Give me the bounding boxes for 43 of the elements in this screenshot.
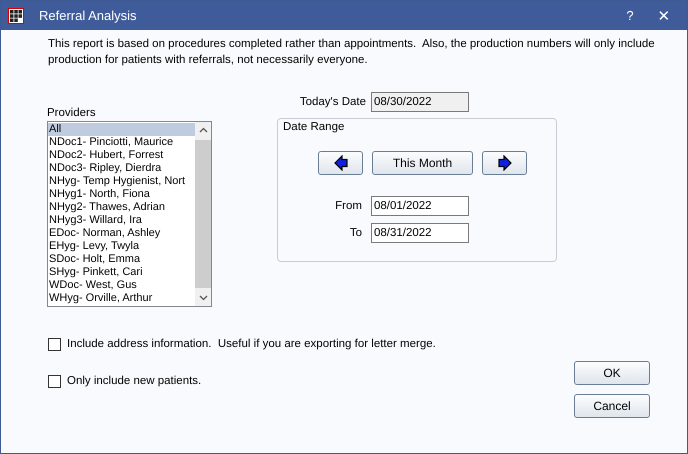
help-button[interactable]: ? — [613, 8, 647, 23]
list-item[interactable]: WHyg- Orville, Arthur — [48, 292, 195, 305]
previous-button[interactable] — [318, 151, 363, 175]
description-text: This report is based on procedures completed rather than appointments. Also, the production numbers will only include production for patients with referrals, not necessarily everyone. — [48, 37, 656, 68]
left-arrow-icon — [334, 155, 348, 171]
checkbox-label[interactable]: Only include new patients. — [67, 375, 202, 387]
checkbox-label[interactable]: Include address information. Useful if you are exporting for letter merge. — [67, 338, 436, 350]
list-item[interactable]: NHyg3- Willard, Ira — [48, 214, 195, 227]
checkbox[interactable] — [48, 374, 61, 388]
list-item[interactable]: NDoc3- Ripley, Dierdra — [48, 162, 195, 175]
list-item[interactable]: NHyg2- Thawes, Adrian — [48, 201, 195, 214]
todays-date-field[interactable]: 08/30/2022 — [371, 92, 469, 112]
list-item[interactable]: EHyg- Levy, Twyla — [48, 240, 195, 253]
checkbox[interactable] — [48, 338, 61, 350]
date-range-title: Date Range — [283, 120, 346, 134]
list-item[interactable]: SDoc- Holt, Emma — [48, 253, 195, 266]
cancel-button[interactable]: Cancel — [574, 394, 650, 418]
providers-list[interactable] — [47, 121, 212, 307]
list-item[interactable]: NHyg1- North, Fiona — [48, 188, 195, 201]
list-item[interactable]: EDoc- Norman, Ashley — [48, 227, 195, 240]
scroll-up-icon[interactable] — [198, 127, 208, 133]
to-date-field[interactable]: 08/31/2022 — [371, 223, 469, 243]
scroll-thumb[interactable] — [195, 140, 211, 288]
this-month-button[interactable]: This Month — [372, 151, 473, 175]
next-button[interactable] — [482, 151, 527, 175]
close-button[interactable]: ✕ — [647, 6, 681, 24]
todays-date-label: Today's Date — [298, 96, 366, 108]
grid-icon — [8, 8, 24, 24]
list-item[interactable]: WDoc- West, Gus — [48, 279, 195, 292]
scroll-down-icon[interactable] — [198, 295, 208, 301]
window-title: Referral Analysis — [39, 8, 138, 23]
right-arrow-icon — [498, 155, 512, 171]
from-date-field[interactable]: 08/01/2022 — [371, 196, 469, 216]
list-item[interactable]: NHyg- Temp Hygienist, Nort — [48, 175, 195, 188]
list-item[interactable]: NDoc1- Pinciotti, Maurice — [48, 136, 195, 149]
list-item[interactable]: SHyg- Pinkett, Cari — [48, 266, 195, 279]
list-item[interactable]: NDoc2- Hubert, Forrest — [48, 149, 195, 162]
scrollbar[interactable] — [195, 122, 211, 306]
to-label: To — [348, 227, 362, 239]
from-label: From — [334, 200, 362, 212]
ok-button[interactable]: OK — [574, 361, 650, 385]
list-item[interactable]: All — [48, 123, 195, 136]
providers-label: Providers — [47, 107, 97, 120]
